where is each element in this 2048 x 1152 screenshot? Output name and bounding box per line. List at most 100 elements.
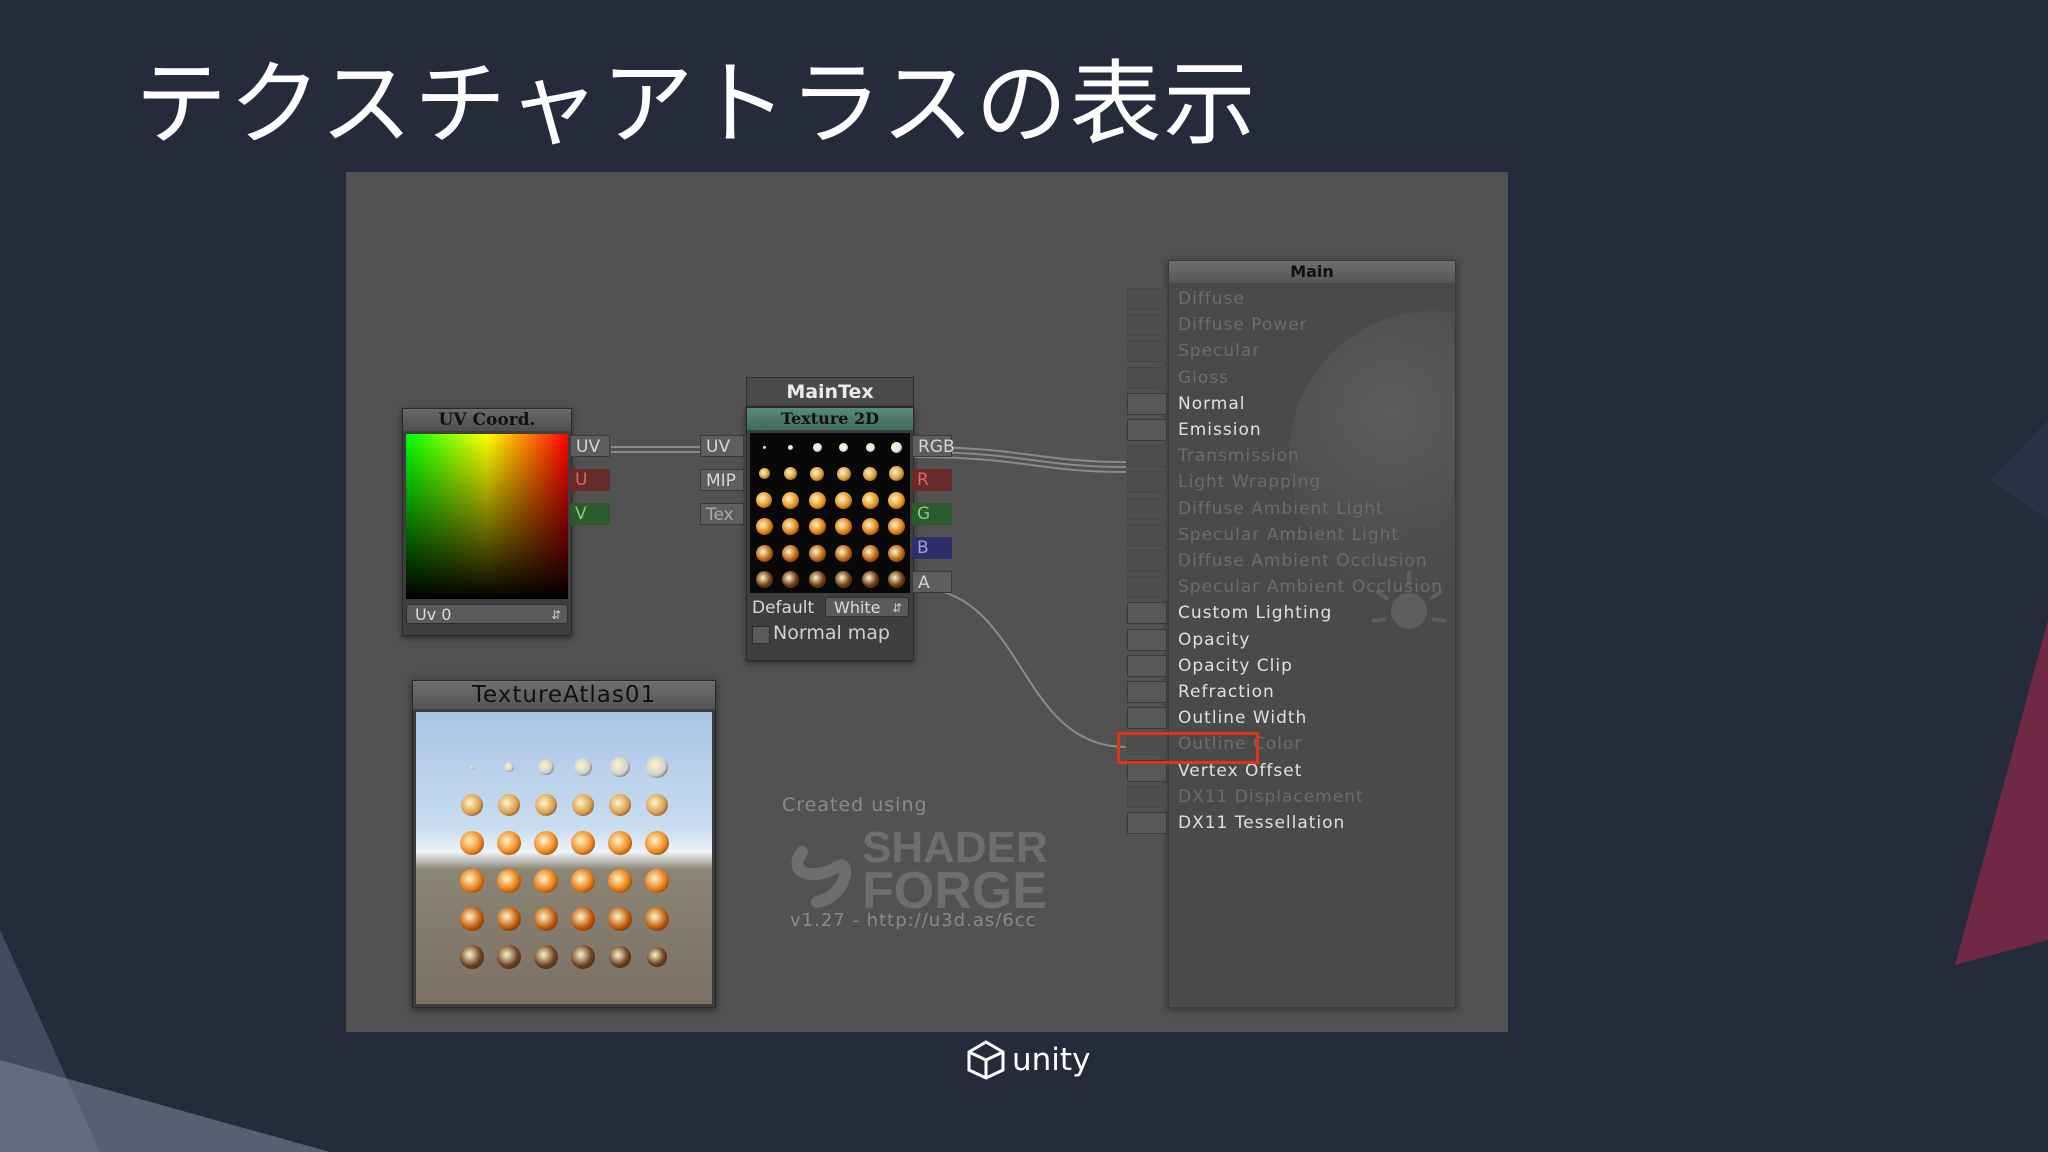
sprite-frame <box>808 491 826 509</box>
sprite-frame <box>644 869 669 893</box>
uv-output-uv[interactable]: UV <box>570 435 610 457</box>
sprite-frame <box>497 794 520 816</box>
main-input-socket[interactable] <box>1127 366 1167 389</box>
uv-channel-dropdown[interactable]: Uv 0 ⇵ <box>406 604 568 624</box>
sprite-frame <box>533 831 558 855</box>
sprite-frame <box>835 544 853 562</box>
shader-forge-canvas[interactable]: UV Coord. Uv 0 ⇵ UV U V MainTex Texture … <box>346 172 1508 1032</box>
uv-coord-header: UV Coord. <box>403 409 571 431</box>
slide-title: テクスチャアトラスの表示 <box>135 51 1258 158</box>
maintex-output-rgb[interactable]: RGB <box>912 435 955 457</box>
sprite-frame <box>808 571 826 589</box>
main-input-socket[interactable] <box>1127 812 1167 834</box>
dropdown-arrow-icon: ⇵ <box>891 601 902 615</box>
maintex-input-tex[interactable]: Tex <box>700 503 744 525</box>
maintex-input-uv[interactable]: UV <box>700 435 744 457</box>
main-input-socket[interactable] <box>1127 628 1167 651</box>
main-input-socket[interactable] <box>1127 445 1167 468</box>
sprite-frame <box>459 907 484 931</box>
sprite-frame <box>756 492 773 509</box>
sprite-frame <box>496 869 521 893</box>
maintex-output-r[interactable]: R <box>912 469 952 491</box>
main-input-socket[interactable] <box>1127 654 1167 677</box>
main-input-socket[interactable] <box>1127 392 1167 415</box>
maintex-output-a[interactable]: A <box>912 571 952 593</box>
main-input-label: Gloss <box>1178 367 1230 388</box>
main-input-label: Diffuse Ambient Occlusion <box>1178 551 1428 571</box>
main-input-label: Specular Ambient Light <box>1178 524 1400 545</box>
texture-atlas-preview <box>416 712 712 1004</box>
sprite-frame <box>607 831 632 855</box>
texture-preview <box>750 433 910 593</box>
shader-forge-logo: SHADER FORGE <box>791 823 1048 912</box>
sprite-frame <box>808 518 826 536</box>
main-input-socket[interactable] <box>1127 707 1167 730</box>
main-input-dx11-tessellation[interactable]: DX11 Tessellation <box>1127 806 1454 840</box>
main-input-socket[interactable] <box>1127 576 1167 599</box>
main-input-label: Refraction <box>1178 682 1275 702</box>
sprite-frame <box>865 442 875 452</box>
uv-output-u[interactable]: U <box>570 469 610 491</box>
sprite-frame <box>644 831 669 855</box>
main-input-label: Outline Width <box>1178 708 1308 729</box>
sprite-frame <box>782 491 800 509</box>
texture-atlas-node[interactable]: TextureAtlas01 <box>412 680 716 1008</box>
sprite-frame <box>573 758 592 776</box>
sprite-frame <box>762 445 766 449</box>
main-input-label: Specular Ambient Occlusion <box>1178 577 1444 598</box>
main-input-socket[interactable] <box>1127 288 1167 310</box>
normal-map-label: Normal map <box>773 622 890 644</box>
uv-coord-node[interactable]: UV Coord. Uv 0 ⇵ <box>402 408 572 636</box>
unity-cube-icon <box>967 1040 1005 1080</box>
sprite-frame <box>835 518 853 536</box>
maintex-output-g[interactable]: G <box>912 503 952 525</box>
main-input-label: Specular <box>1178 341 1261 362</box>
normal-map-checkbox[interactable] <box>752 626 770 644</box>
main-input-socket[interactable] <box>1127 550 1167 572</box>
main-input-socket[interactable] <box>1127 497 1167 520</box>
default-texture-value: White <box>834 598 881 617</box>
uv-output-v[interactable]: V <box>570 503 610 525</box>
maintex-node[interactable]: Texture 2D Default White ⇵ Normal map <box>746 407 914 661</box>
main-input-socket[interactable] <box>1127 314 1167 337</box>
sprite-frame <box>533 869 558 893</box>
sprite-frame <box>861 518 879 536</box>
sprite-frame <box>755 518 773 536</box>
sprite-frame <box>533 945 558 969</box>
sprite-frame <box>782 544 800 562</box>
sprite-frame <box>836 466 851 481</box>
sprite-frame <box>570 831 595 855</box>
main-input-socket[interactable] <box>1127 785 1167 808</box>
main-input-label: Emission <box>1178 420 1262 440</box>
opacity-highlight-box <box>1117 732 1259 764</box>
maintex-title[interactable]: MainTex <box>746 377 914 407</box>
sprite-frame <box>810 466 825 481</box>
main-input-socket[interactable] <box>1127 602 1167 625</box>
sprite-frame <box>782 518 800 536</box>
main-input-socket[interactable] <box>1127 681 1167 703</box>
sprite-frame <box>459 831 484 855</box>
maintex-output-b[interactable]: B <box>912 537 952 559</box>
main-input-label: Light Wrapping <box>1178 472 1322 493</box>
main-input-label: Opacity <box>1178 629 1251 650</box>
sprite-frame <box>537 759 554 775</box>
sprite-frame <box>459 869 484 893</box>
sprite-frame <box>607 869 632 893</box>
sprite-frame <box>469 765 474 769</box>
sprite-frame <box>607 907 632 931</box>
default-texture-dropdown[interactable]: White ⇵ <box>825 597 909 617</box>
main-input-socket[interactable] <box>1127 419 1167 441</box>
sprite-frame <box>812 442 822 452</box>
main-input-socket[interactable] <box>1127 523 1167 546</box>
sprite-frame <box>888 491 906 509</box>
sprite-frame <box>889 466 905 482</box>
main-input-socket[interactable] <box>1127 340 1167 363</box>
main-input-socket[interactable] <box>1127 471 1167 494</box>
main-input-label: Diffuse Ambient Light <box>1178 498 1384 519</box>
maintex-input-mip[interactable]: MIP <box>700 469 744 491</box>
unity-logo: unity <box>966 1040 1090 1080</box>
sprite-frame <box>861 491 879 509</box>
sprite-frame <box>758 468 770 480</box>
sprite-frame <box>646 947 667 967</box>
sprite-frame <box>496 907 521 931</box>
